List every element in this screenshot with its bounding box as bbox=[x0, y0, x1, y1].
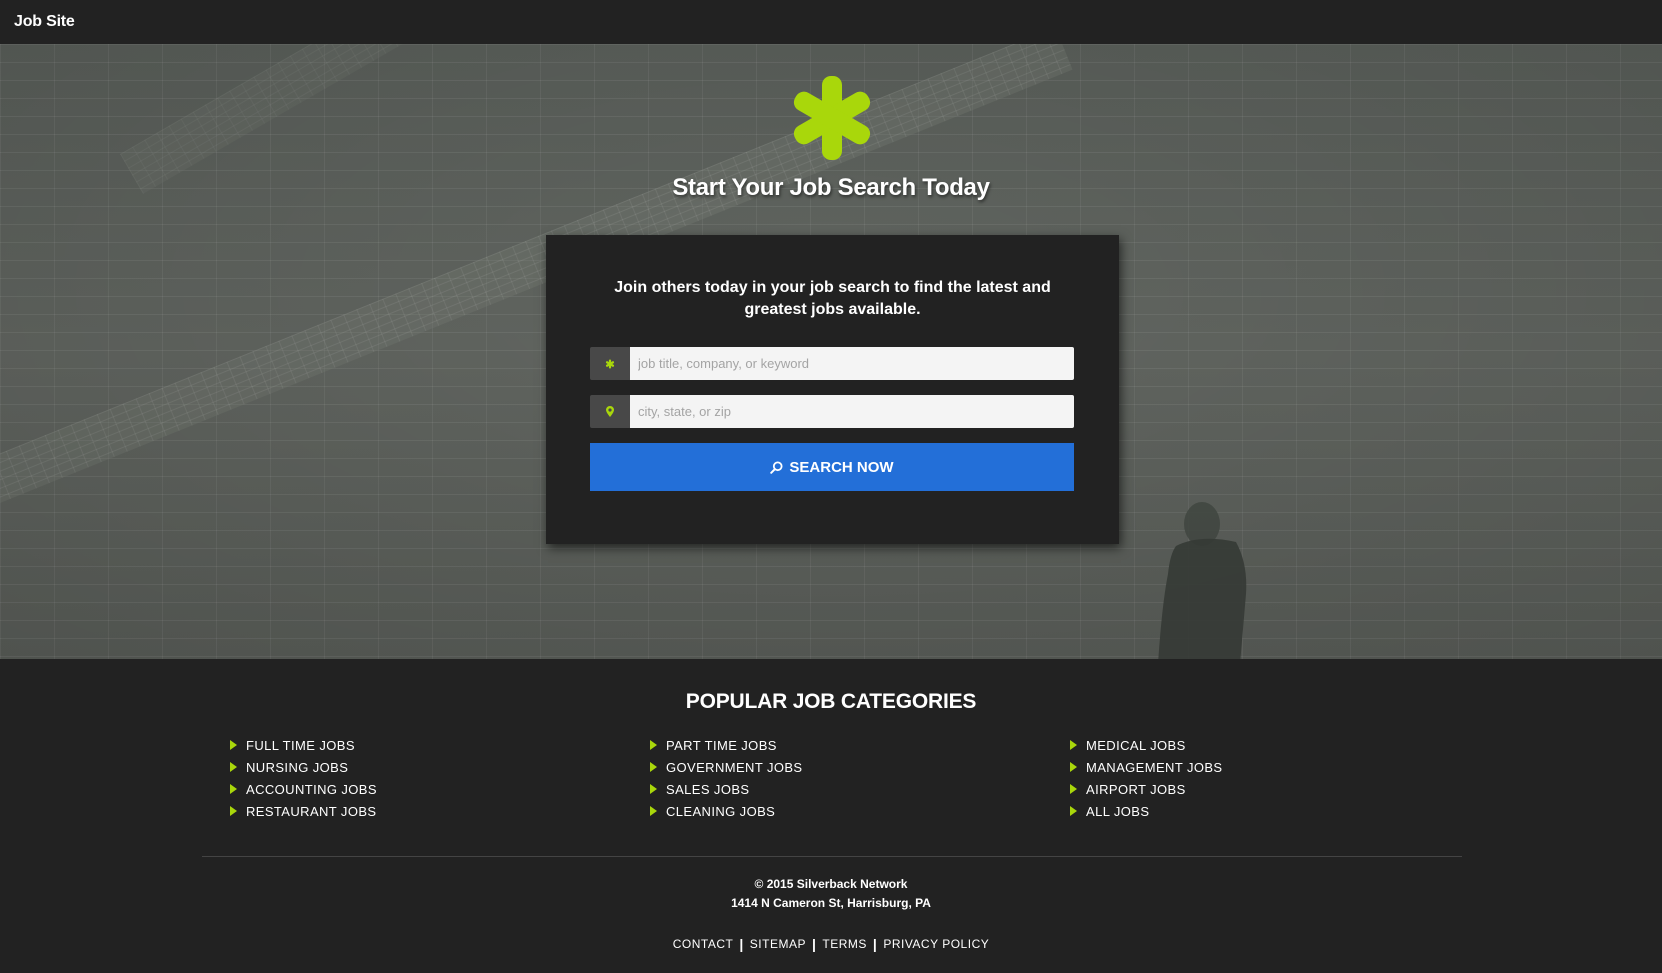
footer-links: CONTACT | SITEMAP | TERMS | PRIVACY POLI… bbox=[0, 936, 1662, 952]
footer-copyright: © 2015 Silverback Network bbox=[754, 877, 908, 891]
top-navbar: Job Site bbox=[0, 0, 1662, 44]
category-label: ALL JOBS bbox=[1086, 803, 1150, 819]
search-button-label: SEARCH NOW bbox=[789, 458, 894, 476]
category-label: NURSING JOBS bbox=[246, 759, 349, 775]
search-now-button[interactable]: SEARCH NOW bbox=[590, 443, 1074, 491]
category-link[interactable]: FULL TIME JOBS bbox=[230, 734, 530, 756]
category-link[interactable]: CLEANING JOBS bbox=[650, 800, 950, 822]
walking-person-silhouette bbox=[1158, 502, 1247, 659]
categories-title: POPULAR JOB CATEGORIES bbox=[685, 690, 977, 713]
triangle-bullet-icon bbox=[230, 762, 237, 772]
search-card: Join others today in your job search to … bbox=[546, 235, 1119, 544]
category-link[interactable]: RESTAURANT JOBS bbox=[230, 800, 530, 822]
category-label: GOVERNMENT JOBS bbox=[666, 759, 803, 775]
triangle-bullet-icon bbox=[230, 806, 237, 816]
category-label: RESTAURANT JOBS bbox=[246, 803, 377, 819]
asterisk-icon bbox=[590, 347, 630, 380]
asterisk-icon bbox=[793, 76, 871, 160]
category-link[interactable]: ACCOUNTING JOBS bbox=[230, 778, 530, 800]
category-link[interactable]: ALL JOBS bbox=[1070, 800, 1370, 822]
triangle-bullet-icon bbox=[1070, 740, 1077, 750]
triangle-bullet-icon bbox=[650, 806, 657, 816]
footer-link-sitemap[interactable]: SITEMAP bbox=[750, 937, 806, 951]
keyword-search-input[interactable] bbox=[630, 347, 1074, 380]
footer-link-privacy-policy[interactable]: PRIVACY POLICY bbox=[883, 937, 989, 951]
category-label: ACCOUNTING JOBS bbox=[246, 781, 377, 797]
map-pin-icon bbox=[590, 395, 630, 428]
category-link[interactable]: MANAGEMENT JOBS bbox=[1070, 756, 1370, 778]
footer-link-separator: | bbox=[811, 936, 817, 952]
footer-link-separator: | bbox=[739, 936, 744, 952]
category-column: PART TIME JOBS GOVERNMENT JOBS SALES JOB… bbox=[650, 734, 950, 822]
footer-link-terms[interactable]: TERMS bbox=[822, 937, 867, 951]
footer-link-contact[interactable]: CONTACT bbox=[673, 937, 734, 951]
category-link[interactable]: AIRPORT JOBS bbox=[1070, 778, 1370, 800]
search-icon bbox=[770, 460, 783, 474]
triangle-bullet-icon bbox=[650, 784, 657, 794]
triangle-bullet-icon bbox=[1070, 806, 1077, 816]
category-label: SALES JOBS bbox=[666, 781, 750, 797]
category-label: CLEANING JOBS bbox=[666, 803, 776, 819]
location-field-group bbox=[590, 395, 1074, 428]
category-label: PART TIME JOBS bbox=[666, 737, 777, 753]
category-column: MEDICAL JOBS MANAGEMENT JOBS AIRPORT JOB… bbox=[1070, 734, 1370, 822]
triangle-bullet-icon bbox=[230, 740, 237, 750]
category-link[interactable]: MEDICAL JOBS bbox=[1070, 734, 1370, 756]
location-search-input[interactable] bbox=[630, 395, 1074, 428]
triangle-bullet-icon bbox=[650, 762, 657, 772]
site-brand-link[interactable]: Job Site bbox=[14, 13, 75, 31]
hero-section: Start Your Job Search Today Join others … bbox=[0, 44, 1662, 659]
triangle-bullet-icon bbox=[650, 740, 657, 750]
category-label: FULL TIME JOBS bbox=[246, 737, 355, 753]
footer-link-separator: | bbox=[872, 936, 878, 952]
footer-address: 1414 N Cameron St, Harrisburg, PA bbox=[731, 896, 931, 910]
triangle-bullet-icon bbox=[230, 784, 237, 794]
category-label: MANAGEMENT JOBS bbox=[1086, 759, 1223, 775]
triangle-bullet-icon bbox=[1070, 784, 1077, 794]
category-label: AIRPORT JOBS bbox=[1086, 781, 1186, 797]
category-link[interactable]: GOVERNMENT JOBS bbox=[650, 756, 950, 778]
triangle-bullet-icon bbox=[1070, 762, 1077, 772]
category-link[interactable]: SALES JOBS bbox=[650, 778, 950, 800]
category-label: MEDICAL JOBS bbox=[1086, 737, 1186, 753]
hero-title: Start Your Job Search Today bbox=[672, 174, 990, 201]
footer-divider bbox=[202, 856, 1462, 857]
category-column: FULL TIME JOBS NURSING JOBS ACCOUNTING J… bbox=[230, 734, 530, 822]
keyword-field-group bbox=[590, 347, 1074, 380]
category-link[interactable]: NURSING JOBS bbox=[230, 756, 530, 778]
category-link[interactable]: PART TIME JOBS bbox=[650, 734, 950, 756]
search-intro-text: Join others today in your job search to … bbox=[614, 279, 1051, 318]
